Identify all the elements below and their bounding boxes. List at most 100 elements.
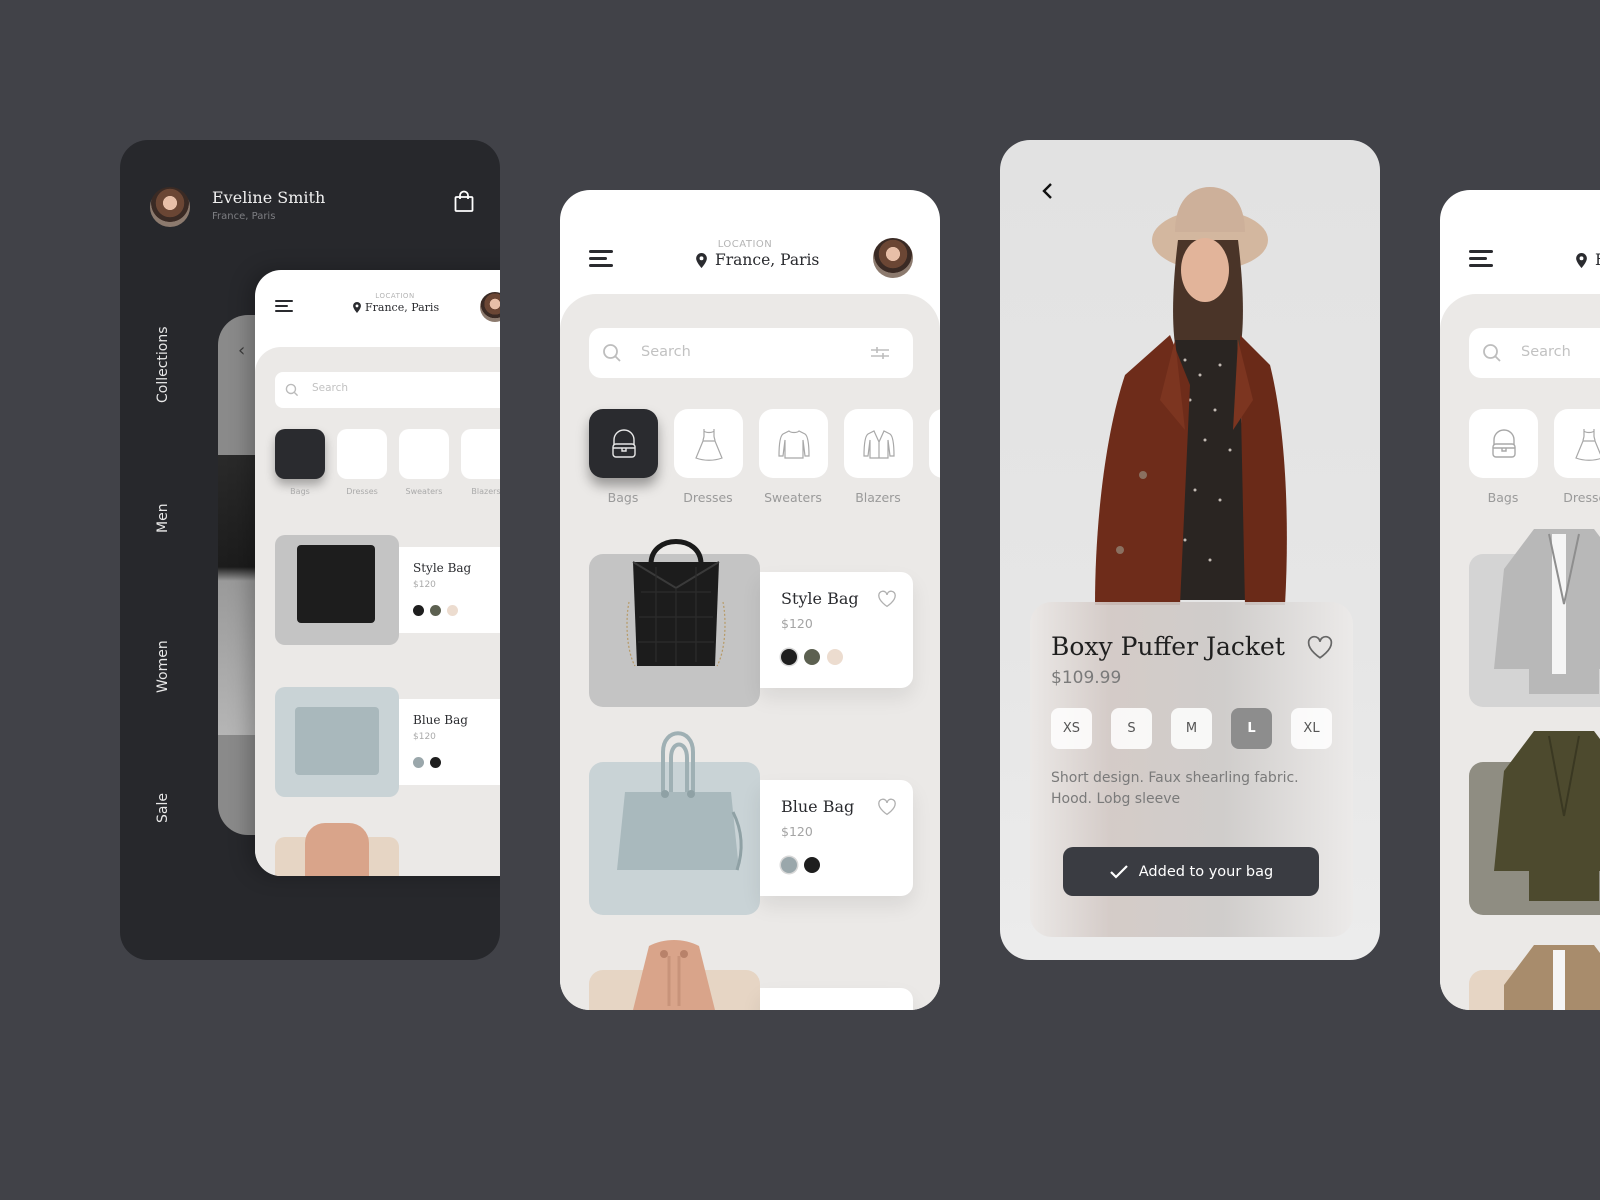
product-image[interactable] [275,823,399,876]
add-to-bag-button[interactable]: Added to your bag [1063,847,1319,896]
blue-bag-image [295,707,379,775]
size-option-xl[interactable]: XL [1291,708,1332,749]
product-card[interactable]: Style Bag $120 [760,572,913,688]
product-image[interactable] [1469,731,1600,915]
color-swatch[interactable] [413,605,424,616]
chevron-left-icon [1042,183,1052,199]
search-icon [285,383,299,397]
checkmark-icon [1109,864,1128,879]
search-input[interactable]: Search [589,328,913,378]
product-name: Style Bag [413,561,472,575]
map-pin-icon [696,252,707,268]
color-swatch[interactable] [804,649,820,665]
map-pin-icon [1576,252,1587,268]
back-button[interactable] [1040,180,1056,206]
location-selector[interactable]: France, Paris [353,301,439,314]
location-selector[interactable]: France, Paris [696,251,819,269]
category-sweaters[interactable] [759,409,828,478]
search-icon [1483,344,1501,362]
product-price: $120 [781,824,813,839]
color-swatch[interactable] [430,757,441,768]
category-bags[interactable] [1469,409,1538,478]
pink-bag-image [633,940,715,1010]
product-name: Blue Bag [781,797,855,816]
blazer-icon [862,429,895,459]
product-price: $109.99 [1051,668,1122,688]
category-sweaters[interactable] [399,429,449,479]
drawer-nav-women[interactable]: Women [155,640,171,693]
category-bags[interactable] [589,409,658,478]
search-input[interactable]: Search [1469,328,1600,378]
drawer-nav-men[interactable]: Men [155,503,171,533]
heart-icon[interactable] [877,590,897,608]
search-input[interactable]: Search [275,372,500,408]
home-screen-preview[interactable]: LOCATION France, Paris Search Bags Dress… [255,270,500,876]
heart-icon[interactable] [1306,635,1334,660]
menu-icon[interactable] [1469,250,1493,271]
category-label: Bags [1487,490,1519,505]
search-placeholder: Search [641,344,691,360]
menu-icon[interactable] [275,300,293,317]
location-value: France, Paris [715,251,820,269]
green-blazer-image [1494,731,1600,901]
category-label: Sweaters [405,487,443,496]
color-swatch[interactable] [413,757,424,768]
size-option-l[interactable]: L [1231,708,1272,749]
product-image[interactable] [1469,529,1600,707]
camel-blazer-image [1504,945,1600,1010]
product-image[interactable] [1469,945,1600,1010]
product-image[interactable] [589,940,760,1010]
user-location: France, Paris [212,211,276,222]
color-swatch[interactable] [447,605,458,616]
color-swatch[interactable] [781,649,797,665]
location-label: LOCATION [375,292,415,300]
category-blazers[interactable] [461,429,500,479]
dress-icon [694,428,723,461]
blazers-screen: France, Paris Search Bags Dresses [1440,190,1600,1010]
avatar[interactable] [480,292,500,322]
product-image[interactable] [275,535,399,645]
size-option-s[interactable]: S [1111,708,1152,749]
category-blazers[interactable] [844,409,913,478]
shopping-bag-icon[interactable] [452,190,476,214]
product-detail-screen: Boxy Puffer Jacket $109.99 XS S M L XL S… [1000,140,1380,960]
product-image[interactable] [589,539,760,707]
plaid-blazer-image [1494,529,1600,694]
filter-icon[interactable] [871,345,889,361]
product-card[interactable]: Blue Bag $120 [399,699,500,785]
product-image[interactable] [275,687,399,797]
content-area: Search Bags Dresses [1440,294,1600,1010]
category-more[interactable] [929,409,940,478]
category-dresses[interactable] [674,409,743,478]
category-bags[interactable] [275,429,325,479]
category-label: Dresses [346,487,378,496]
search-icon [603,344,621,362]
product-name: Blue Bag [413,713,468,727]
drawer-nav-sale[interactable]: Sale [155,793,171,823]
product-price: $120 [413,580,436,590]
color-swatch[interactable] [430,605,441,616]
drawer-nav-collections[interactable]: Collections [155,326,171,403]
size-option-m[interactable]: M [1171,708,1212,749]
user-avatar[interactable] [150,187,190,227]
avatar[interactable] [873,238,913,278]
category-dresses[interactable] [1554,409,1600,478]
product-image[interactable] [589,731,760,915]
location-selector[interactable]: France, Paris [1576,251,1600,269]
color-swatch[interactable] [827,649,843,665]
handbag-icon [611,428,636,458]
product-info-sheet: Boxy Puffer Jacket $109.99 XS S M L XL S… [1030,602,1353,937]
heart-icon[interactable] [877,798,897,816]
category-label: Bags [290,487,310,496]
product-card[interactable] [760,988,913,1010]
menu-icon[interactable] [589,250,613,271]
product-card[interactable]: Style Bag $120 [399,547,500,633]
category-dresses[interactable] [337,429,387,479]
color-swatch[interactable] [804,857,820,873]
user-name: Eveline Smith [212,188,326,207]
add-to-bag-label: Added to your bag [1138,863,1274,880]
size-option-xs[interactable]: XS [1051,708,1092,749]
product-card[interactable]: Blue Bag $120 [760,780,913,896]
color-swatch[interactable] [781,857,797,873]
category-label: Dresses [683,490,733,505]
